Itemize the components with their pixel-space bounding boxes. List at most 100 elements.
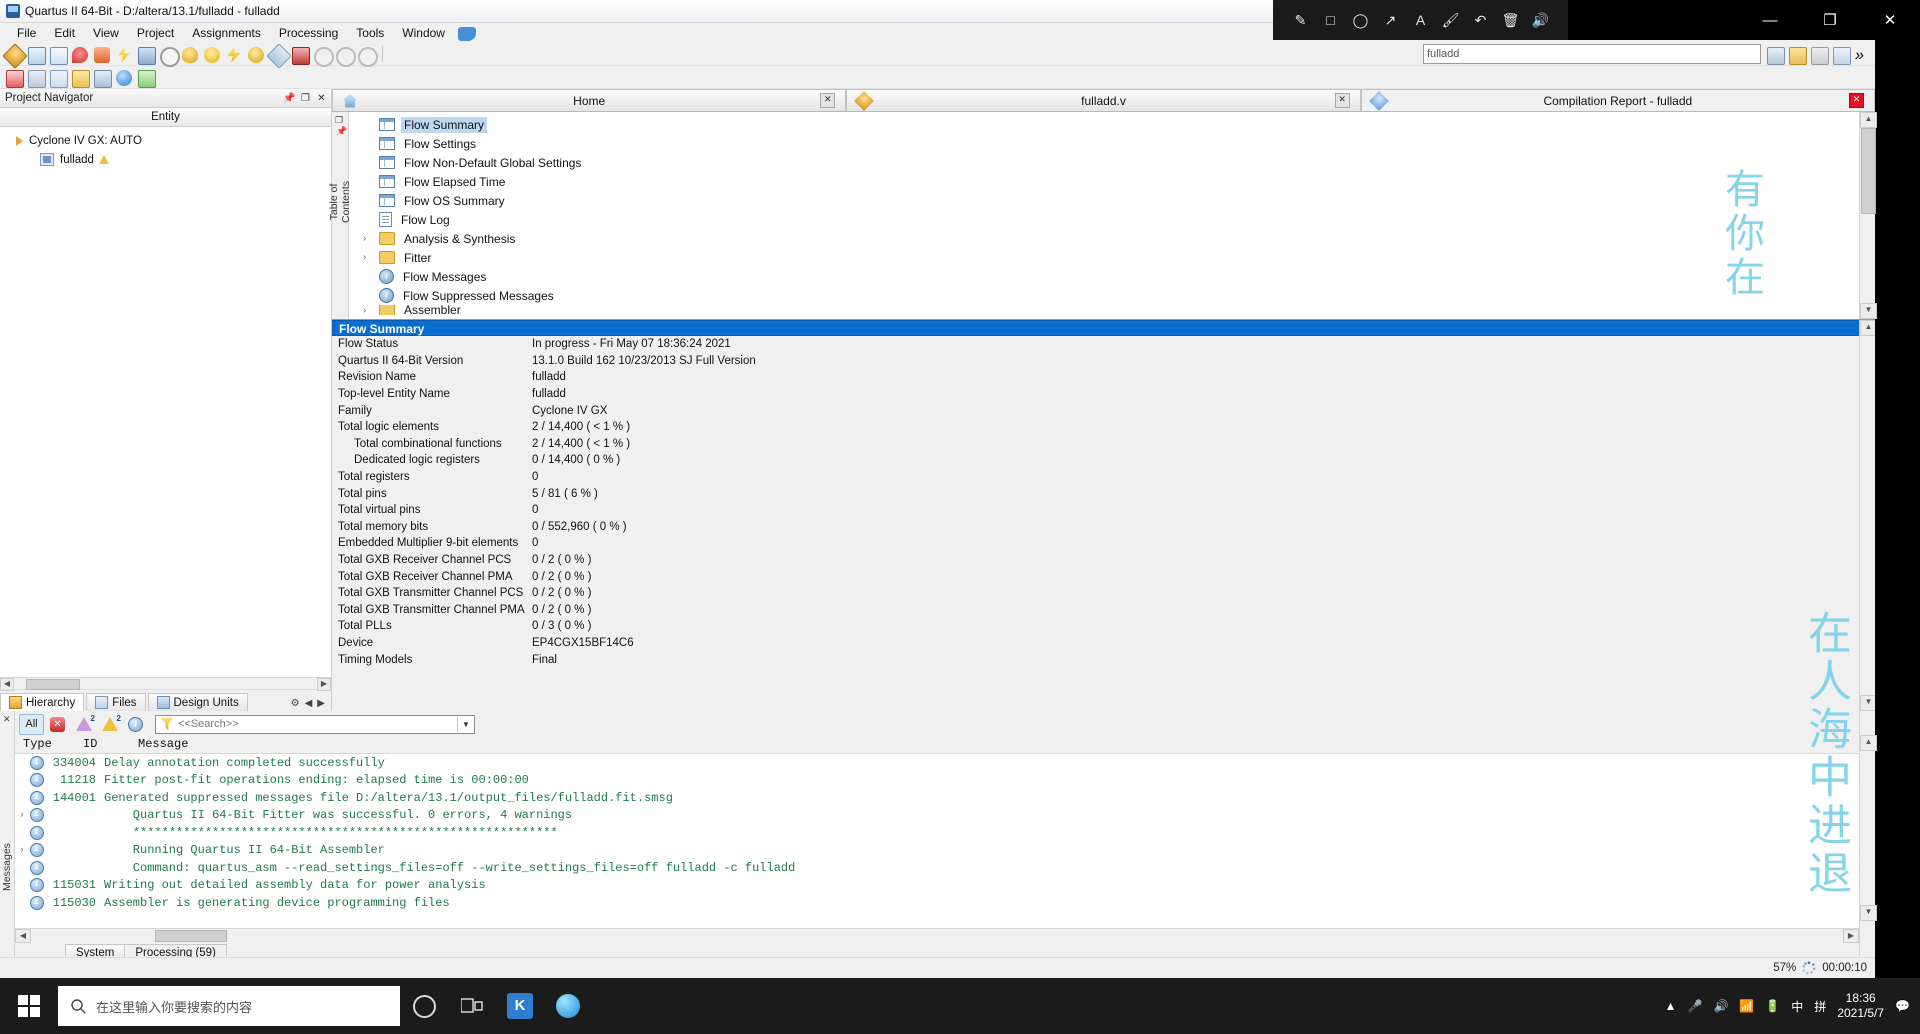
speaker-icon[interactable]: 🔊 [1713, 999, 1728, 1013]
scroll-left-button[interactable]: ◀ [15, 929, 31, 943]
toc-item-flow-messages[interactable]: i Flow Messages [349, 267, 1859, 286]
ime-cn-icon[interactable]: 中 [1791, 998, 1803, 1015]
toc-item-flow-suppressed-messages[interactable]: i Flow Suppressed Messages [349, 286, 1859, 305]
pin-planner-icon[interactable] [48, 45, 68, 65]
table-row[interactable]: Timing Models Final [332, 651, 1875, 668]
scroll-left-button[interactable]: ◀ [0, 678, 14, 691]
toc-item-fitter[interactable]: › Fitter [349, 248, 1859, 267]
toc-item-flow-summary[interactable]: Flow Summary [349, 115, 1859, 134]
signaltap-icon[interactable] [266, 42, 292, 69]
scroll-thumb[interactable] [1861, 128, 1876, 214]
new-project-wizard-icon[interactable] [2, 42, 28, 69]
table-row[interactable]: Dedicated logic registers 0 / 14,400 ( 0 … [332, 452, 1875, 469]
toolbar-overflow-icon[interactable]: » [1853, 45, 1873, 64]
menu-item-window[interactable]: Window [393, 24, 454, 42]
toc-item-flow-non-default-global-settings[interactable]: Flow Non-Default Global Settings [349, 153, 1859, 172]
toc-item-analysis-synthesis[interactable]: › Analysis & Synthesis [349, 229, 1859, 248]
start-compilation-icon[interactable] [246, 45, 266, 64]
analysis-synthesis-icon[interactable] [136, 45, 156, 65]
toc-list[interactable]: Flow Summary Flow Settings Flow Non-Defa… [349, 112, 1859, 319]
messages-search-box[interactable]: <<Search>> ▼ [155, 714, 475, 734]
maximize-button[interactable]: ❐ [1800, 0, 1860, 40]
undo-icon[interactable]: ↶ [1472, 12, 1489, 29]
editor-tab-fulladd-v[interactable]: fulladd.v ✕ [846, 89, 1361, 111]
toc-item-assembler[interactable]: › Assembler [349, 305, 1859, 315]
taskbar-clock[interactable]: 18:36 2021/5/7 [1837, 991, 1884, 1021]
filter-all-button[interactable]: All [19, 713, 44, 735]
settings-icon[interactable] [70, 68, 90, 88]
table-row[interactable]: Total PLLs 0 / 3 ( 0 % ) [332, 618, 1875, 635]
scroll-down-button[interactable]: ▼ [1860, 695, 1875, 711]
tree-item-fulladd[interactable]: fulladd [0, 150, 331, 169]
table-row[interactable]: Total GXB Transmitter Channel PMA 0 / 2 (… [332, 602, 1875, 619]
table-row[interactable]: Total logic elements 2 / 14,400 ( < 1 % ) [332, 419, 1875, 436]
scroll-thumb[interactable] [26, 679, 80, 690]
scroll-right-button[interactable]: ▶ [317, 678, 331, 691]
notification-icon[interactable]: 💬 [1895, 999, 1910, 1013]
toc-item-flow-log[interactable]: Flow Log [349, 210, 1859, 229]
project-revision-field[interactable] [1423, 44, 1761, 64]
toc-item-flow-os-summary[interactable]: Flow OS Summary [349, 191, 1859, 210]
scroll-up-button[interactable]: ▲ [1860, 112, 1877, 128]
list-item[interactable]: i 115031 Writing out detailed assembly dat… [15, 877, 1859, 895]
menu-item-view[interactable]: View [84, 24, 128, 42]
zoom-out-icon[interactable] [356, 45, 378, 67]
table-row[interactable]: Total combinational functions 2 / 14,400 … [332, 436, 1875, 453]
menu-item-help[interactable] [454, 23, 480, 44]
close-icon[interactable]: ✕ [1848, 93, 1864, 108]
quartus-icon[interactable]: K [496, 978, 544, 1034]
messages-horizontal-scrollbar[interactable]: ◀ ▶ [15, 928, 1859, 943]
filter-info-button[interactable]: i [123, 714, 148, 735]
expand-toggle[interactable]: › [15, 845, 29, 855]
expand-toggle[interactable]: › [15, 810, 29, 820]
tab-design-units[interactable]: Design Units [147, 693, 248, 711]
assembler-icon[interactable] [180, 45, 200, 64]
close-button[interactable]: ✕ [1860, 0, 1920, 40]
start-button[interactable] [0, 978, 58, 1034]
table-row[interactable]: Total virtual pins 0 [332, 502, 1875, 519]
close-icon[interactable]: ✕ [315, 92, 328, 105]
scroll-up-button[interactable]: ▲ [1860, 735, 1877, 751]
menu-item-edit[interactable]: Edit [45, 24, 84, 42]
check-icon[interactable] [136, 68, 156, 88]
table-row[interactable]: Quartus II 64-Bit Version 13.1.0 Build 16… [332, 353, 1875, 370]
tabs-scroll-left-icon[interactable]: ◀ [305, 698, 313, 709]
table-row[interactable]: Revision Name fulladd [332, 369, 1875, 386]
menu-item-processing[interactable]: Processing [270, 24, 347, 42]
battery-icon[interactable]: 🔋 [1765, 999, 1780, 1013]
menu-item-file[interactable]: File [8, 24, 45, 42]
list-item[interactable]: › i Running Quartus II 64-Bit Assembler [15, 842, 1859, 860]
toc-pin-icon[interactable]: 📌 [336, 126, 347, 137]
navigator-horizontal-scrollbar[interactable]: ◀ ▶ [0, 677, 331, 691]
taskbar-search-input[interactable]: 在这里输入你要搜索的内容 [58, 986, 400, 1026]
filter-error-button[interactable]: ✕ [45, 714, 70, 735]
tab-hierarchy[interactable]: Hierarchy [0, 693, 85, 711]
rectangle-icon[interactable]: □ [1322, 12, 1339, 29]
table-row[interactable]: Flow Status In progress - Fri May 07 18:3… [332, 336, 1875, 353]
tree-item-device[interactable]: Cyclone IV GX: AUTO [0, 131, 331, 150]
table-row[interactable]: Total registers 0 [332, 469, 1875, 486]
filter-critical-warning-button[interactable]: 2 [71, 714, 96, 735]
cut-icon[interactable] [1831, 45, 1851, 65]
table-row[interactable]: Total memory bits 0 / 552,960 ( 0 % ) [332, 519, 1875, 536]
scroll-up-button[interactable]: ▲ [1860, 320, 1875, 336]
list-item[interactable]: i 11218 Fitter post-fit operations ending:… [15, 772, 1859, 790]
task-view-icon[interactable] [448, 978, 496, 1034]
table-row[interactable]: Total pins 5 / 81 ( 6 % ) [332, 485, 1875, 502]
ellipse-icon[interactable]: ◯ [1352, 12, 1369, 29]
list-item[interactable]: i Command: quartus_asm --read_settings_f… [15, 859, 1859, 877]
zoom-in-icon[interactable] [312, 45, 334, 67]
highlighter-icon[interactable]: 🖌 [1442, 12, 1460, 29]
text-icon[interactable]: A [1412, 12, 1429, 29]
toc-restore-icon[interactable]: ❐ [335, 115, 343, 126]
ime-pinyin-icon[interactable]: 拼 [1814, 998, 1826, 1015]
scroll-down-button[interactable]: ▼ [1860, 905, 1877, 921]
minimize-button[interactable]: — [1740, 0, 1800, 40]
chevron-right-icon[interactable]: › [363, 252, 366, 263]
scroll-down-button[interactable]: ▼ [1860, 303, 1877, 319]
toc-item-flow-settings[interactable]: Flow Settings [349, 134, 1859, 153]
table-row[interactable]: Top-level Entity Name fulladd [332, 386, 1875, 403]
scroll-right-button[interactable]: ▶ [1843, 929, 1859, 943]
table-row[interactable]: Total GXB Transmitter Channel PCS 0 / 2 (… [332, 585, 1875, 602]
stop-compilation-icon[interactable] [4, 68, 24, 88]
